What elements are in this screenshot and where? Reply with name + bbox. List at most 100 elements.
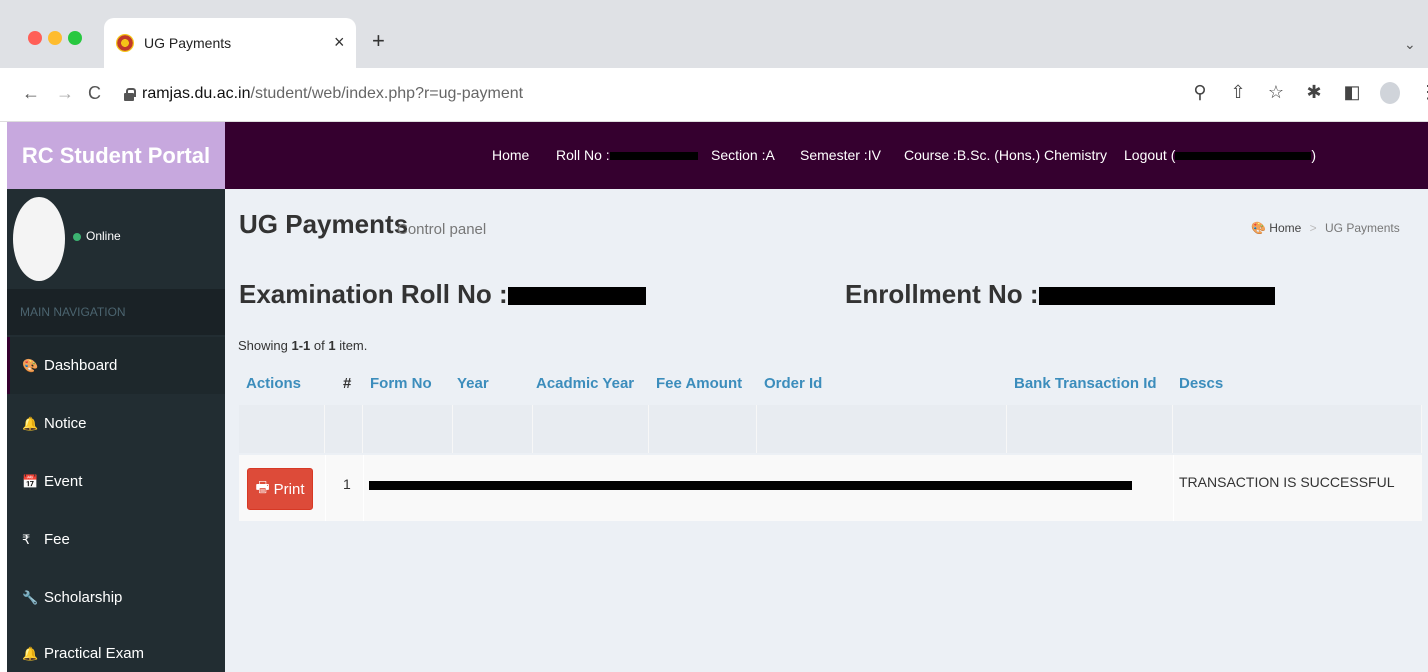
column-header-fee-amount[interactable]: Fee Amount [656, 375, 742, 392]
back-arrow-icon[interactable]: ← [22, 84, 40, 102]
filter-cell[interactable] [363, 405, 453, 453]
breadcrumb-home-link[interactable]: Home [1269, 221, 1301, 235]
close-tab-icon[interactable]: × [334, 32, 345, 53]
sidebar-item-label: Dashboard [44, 357, 118, 374]
print-button[interactable]: 🖶 Print [247, 468, 313, 510]
zoom-icon[interactable]: ⚲ [1190, 82, 1210, 109]
side-panel-icon[interactable]: ◧ [1342, 82, 1362, 109]
main-navigation-header: MAIN NAVIGATION [7, 289, 225, 335]
wrench-icon: 🔧 [22, 589, 39, 605]
summary-of: of [310, 338, 329, 353]
nav-section[interactable]: Section :A [711, 147, 775, 163]
row-description: TRANSACTION IS SUCCESSFUL [1179, 474, 1395, 490]
cell-divider [325, 455, 326, 521]
nav-home-link[interactable]: Home [492, 147, 529, 163]
nav-course[interactable]: Course :B.Sc. (Hons.) Chemistry [904, 147, 1107, 163]
print-button-label: Print [273, 480, 305, 498]
dashboard-icon: 🎨 [22, 357, 39, 373]
page-subtitle: Control panel [397, 221, 487, 238]
sidebar-item-fee[interactable]: ₹ Fee [7, 511, 225, 568]
redacted-roll-number [609, 152, 698, 161]
reload-icon[interactable]: C [88, 84, 101, 102]
lock-icon[interactable] [124, 88, 136, 101]
redacted-enrollment [1038, 287, 1275, 306]
maximize-window-button[interactable] [68, 31, 82, 45]
url-path: /student/web/index.php?r=ug-payment [250, 85, 524, 102]
home-icon[interactable]: 🎨 [1251, 221, 1266, 235]
column-header-descs[interactable]: Descs [1179, 375, 1223, 392]
tab-title: UG Payments [144, 35, 232, 51]
minimize-window-button[interactable] [48, 31, 62, 45]
bookmark-star-icon[interactable]: ☆ [1266, 82, 1286, 109]
filter-cell[interactable] [1173, 405, 1422, 453]
summary-suffix: item. [335, 338, 368, 353]
avatar [13, 197, 65, 281]
sidebar-item-event[interactable]: 📅 Event [7, 453, 225, 510]
tab-search-chevron-icon[interactable]: ⌄ [1404, 36, 1416, 53]
summary-prefix: Showing [238, 338, 292, 353]
column-header-academic-year[interactable]: Acadmic Year [536, 375, 634, 392]
sidebar-item-scholarship[interactable]: 🔧 Scholarship [7, 569, 225, 626]
filter-cell [239, 405, 325, 453]
results-summary: Showing 1-1 of 1 item. [238, 338, 367, 353]
browser-tab-bar: UG Payments × + ⌄ [0, 0, 1428, 68]
rupee-icon: ₹ [22, 531, 31, 547]
browser-toolbar: ⚲ ⇧ ☆ ✱ ◧ ⋮ [1190, 82, 1428, 109]
table-row: 🖶 Print 1 TRANSACTION IS SUCCESSFUL [239, 455, 1422, 521]
column-header-bank-transaction-id[interactable]: Bank Transaction Id [1014, 375, 1157, 392]
filter-cell[interactable] [649, 405, 757, 453]
main-content: UG Payments Control panel 🎨 Home > UG Pa… [225, 189, 1428, 672]
filter-cell[interactable] [1007, 405, 1173, 453]
row-number: 1 [343, 476, 351, 492]
column-header-year[interactable]: Year [457, 375, 489, 392]
breadcrumb: 🎨 Home > UG Payments [1251, 221, 1400, 235]
filter-cell[interactable] [757, 405, 1007, 453]
breadcrumb-current: UG Payments [1325, 221, 1400, 235]
logout-close-paren: ) [1311, 147, 1317, 163]
browser-menu-icon[interactable]: ⋮ [1418, 82, 1428, 109]
examination-roll-no: Examination Roll No : [239, 279, 646, 310]
sidebar-item-label: Practical Exam [44, 645, 145, 662]
bell-icon: 🔔 [22, 415, 39, 431]
browser-tab[interactable]: UG Payments × [104, 18, 356, 68]
nav-roll-no[interactable]: Roll No : [556, 147, 698, 163]
roll-no-label: Roll No : [556, 147, 610, 163]
sidebar-item-label: Scholarship [44, 589, 123, 606]
sidebar-item-notice[interactable]: 🔔 Notice [7, 395, 225, 452]
new-tab-button[interactable]: + [372, 30, 385, 52]
calendar-icon: 📅 [22, 473, 39, 489]
portal-brand-logo[interactable]: RC Student Portal [7, 122, 225, 189]
sidebar-item-label: Event [44, 473, 83, 490]
logout-link[interactable]: Logout () [1124, 147, 1316, 163]
filter-cell[interactable] [533, 405, 649, 453]
column-header-form-no[interactable]: Form No [370, 375, 432, 392]
url-field[interactable]: ramjas.du.ac.in/student/web/index.php?r=… [142, 85, 523, 103]
online-status: Online [86, 229, 121, 243]
logout-label: Logout ( [1124, 147, 1176, 163]
user-panel: Online [7, 189, 225, 289]
redacted-transaction-details [369, 481, 1132, 490]
enrollment-no: Enrollment No : [845, 279, 1275, 310]
printer-icon: 🖶 [255, 478, 270, 496]
summary-range: 1-1 [291, 338, 311, 353]
extensions-puzzle-icon[interactable]: ✱ [1304, 82, 1324, 109]
sidebar-item-dashboard[interactable]: 🎨 Dashboard [7, 337, 225, 394]
nav-semester[interactable]: Semester :IV [800, 147, 881, 163]
close-window-button[interactable] [28, 31, 42, 45]
sidebar-item-label: Notice [44, 415, 87, 432]
online-status-dot-icon [73, 233, 81, 241]
sidebar-item-practical-exam[interactable]: 🔔 Practical Exam [7, 625, 225, 672]
top-navbar: Home Roll No : Section :A Semester :IV C… [225, 122, 1428, 189]
column-header-actions: Actions [246, 375, 302, 392]
table-filter-row [239, 405, 1422, 453]
enrollment-label: Enrollment No : [845, 279, 1039, 309]
cell-divider [363, 455, 364, 521]
redacted-exam-roll [507, 287, 646, 306]
column-header-order-id[interactable]: Order Id [764, 375, 822, 392]
column-header-number: # [343, 375, 352, 392]
profile-avatar-icon[interactable] [1380, 82, 1400, 109]
forward-arrow-icon[interactable]: → [56, 84, 74, 102]
filter-cell[interactable] [453, 405, 533, 453]
share-icon[interactable]: ⇧ [1228, 82, 1248, 109]
cell-divider [1173, 455, 1174, 521]
